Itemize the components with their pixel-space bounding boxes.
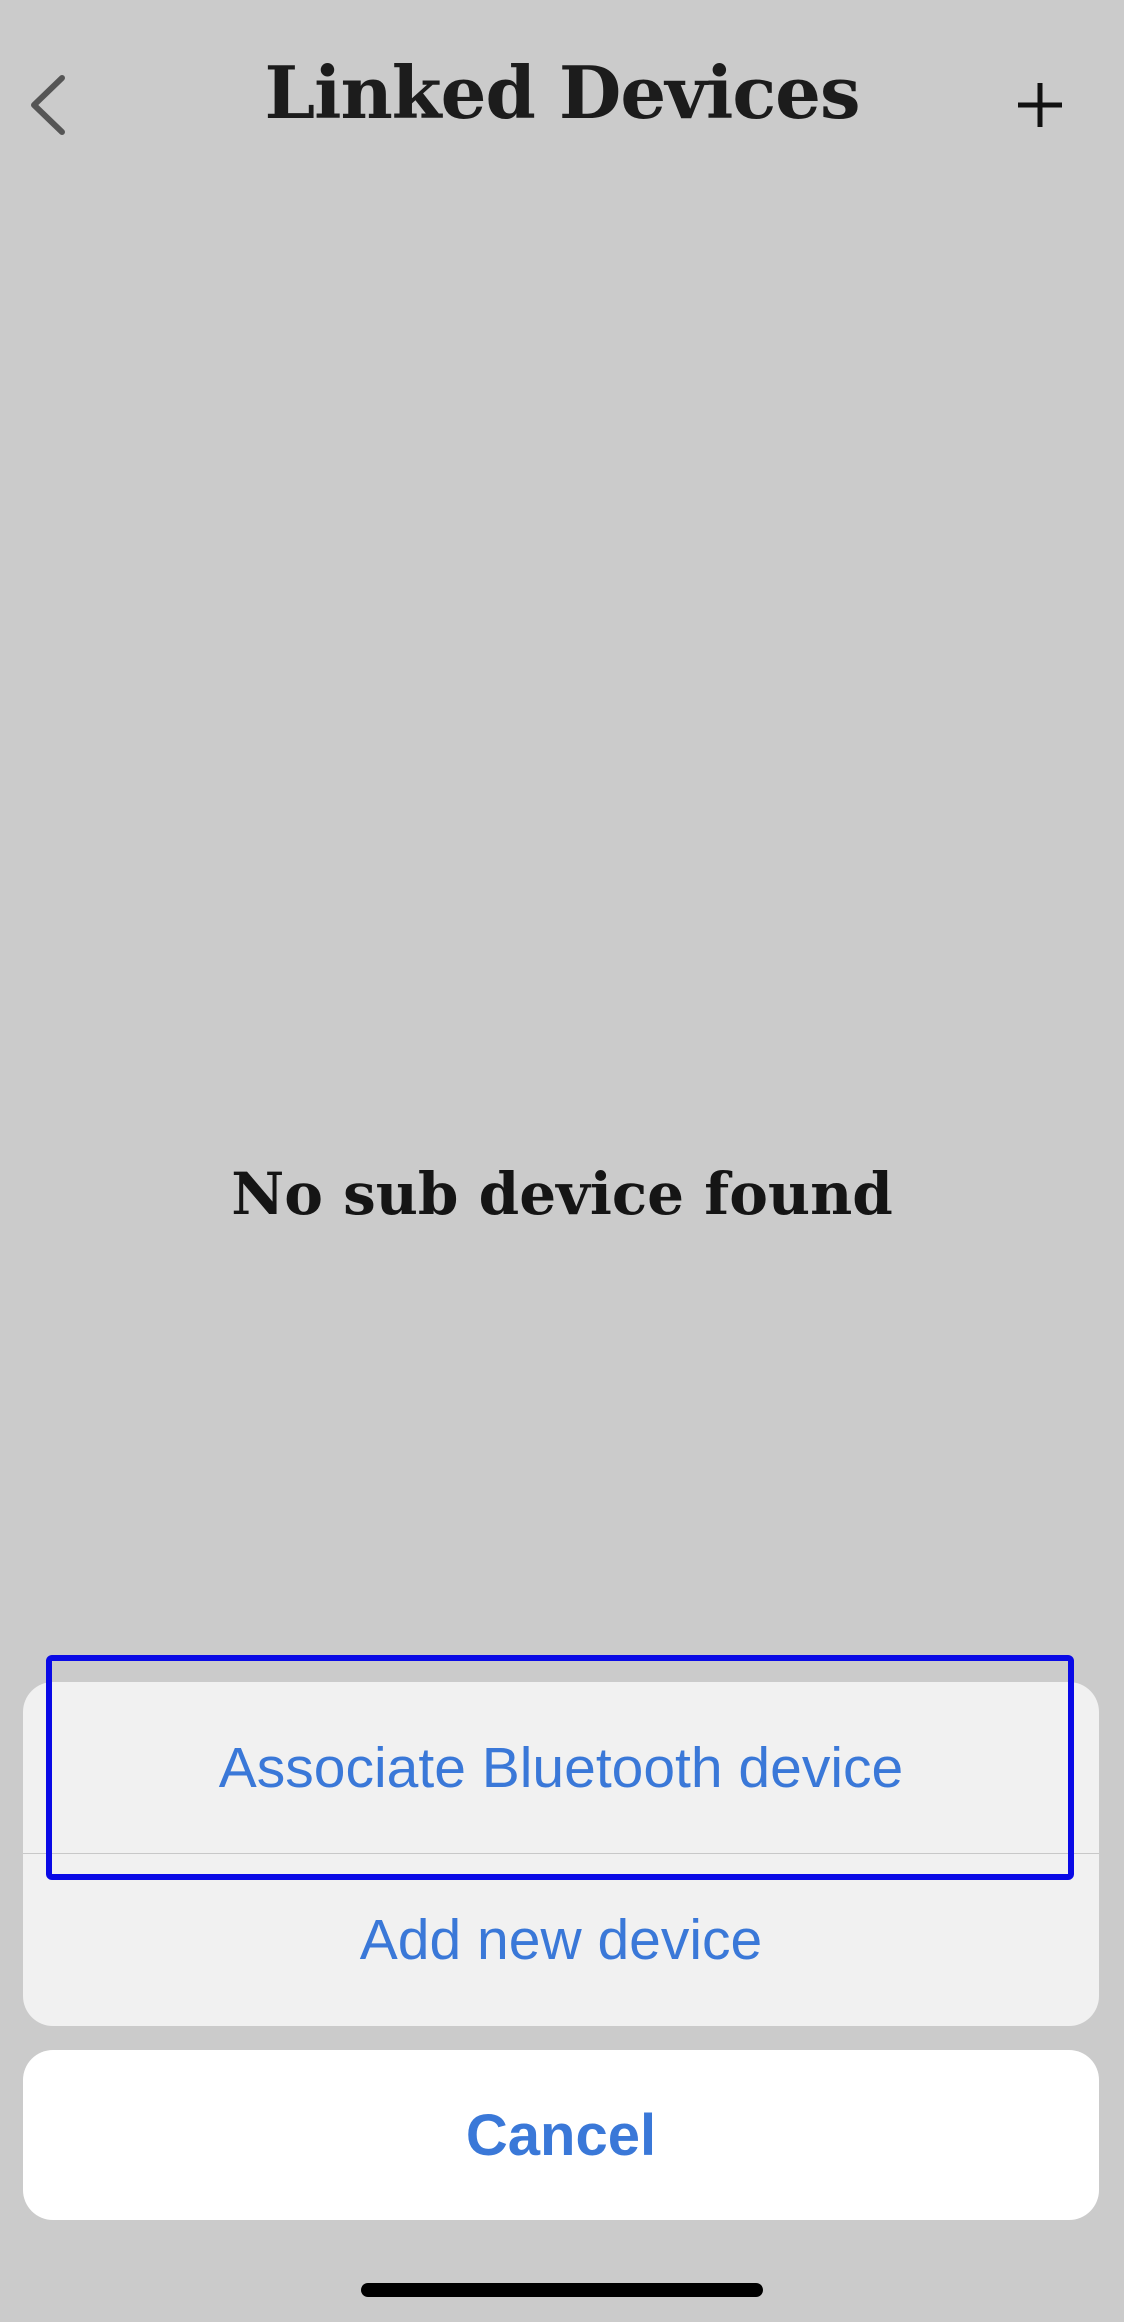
navigation-header: Linked Devices: [0, 0, 1124, 210]
action-sheet: Associate Bluetooth device Add new devic…: [23, 1682, 1099, 2026]
home-indicator[interactable]: [361, 2283, 763, 2297]
cancel-button[interactable]: Cancel: [23, 2050, 1099, 2220]
page-title: Linked Devices: [264, 50, 860, 135]
add-new-device-option[interactable]: Add new device: [23, 1854, 1099, 2026]
empty-state-message: No sub device found: [231, 1160, 893, 1228]
add-device-button[interactable]: [1010, 70, 1070, 140]
plus-icon: [1018, 83, 1062, 127]
associate-bluetooth-device-option[interactable]: Associate Bluetooth device: [23, 1682, 1099, 1854]
